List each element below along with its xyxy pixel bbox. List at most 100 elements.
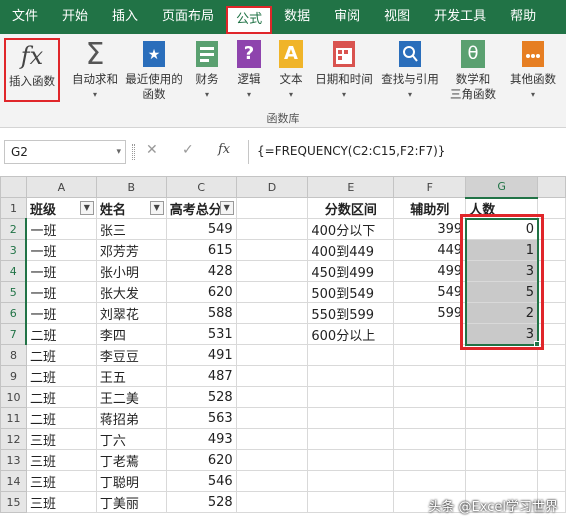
cell-f11[interactable] bbox=[393, 407, 467, 429]
menu-tab-3[interactable]: 页面布局 bbox=[150, 0, 226, 34]
cell-a10[interactable]: 二班 bbox=[25, 386, 97, 408]
cell-b13[interactable]: 丁老蔫 bbox=[95, 449, 167, 471]
cell-d3[interactable] bbox=[235, 239, 309, 261]
row-header[interactable]: 1 bbox=[0, 197, 27, 219]
row-header[interactable]: 11 bbox=[0, 407, 27, 429]
row-header[interactable]: 5 bbox=[0, 281, 28, 303]
cell-a2[interactable]: 一班 bbox=[25, 218, 97, 240]
cell-a5[interactable]: 一班 bbox=[25, 281, 97, 303]
cell-b4[interactable]: 张小明 bbox=[95, 260, 167, 282]
cell-d12[interactable] bbox=[235, 428, 309, 450]
cell-b7[interactable]: 李四 bbox=[95, 323, 167, 345]
cell-c5[interactable]: 620 bbox=[165, 281, 237, 303]
cancel-icon[interactable]: ✕ bbox=[146, 142, 158, 158]
cell-e7[interactable]: 600分以上 bbox=[307, 323, 395, 345]
cell-c2[interactable]: 549 bbox=[165, 218, 237, 240]
filter-dropdown-icon[interactable]: ▼ bbox=[219, 201, 234, 215]
column-header-a[interactable]: A bbox=[25, 176, 97, 198]
cell-f4[interactable]: 499 bbox=[393, 260, 467, 282]
cell[interactable] bbox=[537, 470, 566, 492]
cell-b14[interactable]: 丁聪明 bbox=[95, 470, 167, 492]
column-header-c[interactable]: C bbox=[165, 176, 237, 198]
cell-g10[interactable] bbox=[465, 386, 539, 408]
cell-b2[interactable]: 张三 bbox=[95, 218, 167, 240]
row-header[interactable]: 3 bbox=[0, 239, 28, 261]
cell-e3[interactable]: 400到449 bbox=[307, 239, 395, 261]
menu-tab-6[interactable]: 审阅 bbox=[322, 0, 372, 34]
math-trig-button[interactable]: θ 数学和 三角函数 bbox=[444, 38, 502, 102]
cell-a6[interactable]: 一班 bbox=[25, 302, 97, 324]
row-header[interactable]: 2 bbox=[0, 218, 28, 240]
cell-f12[interactable] bbox=[393, 428, 467, 450]
cell-e10[interactable] bbox=[307, 386, 395, 408]
cell[interactable] bbox=[537, 428, 566, 450]
header-cell-f[interactable]: 辅助列 bbox=[393, 197, 467, 219]
menu-tab-9[interactable]: 帮助 bbox=[498, 0, 548, 34]
menu-tab-1[interactable]: 开始 bbox=[50, 0, 100, 34]
cell-e4[interactable]: 450到499 bbox=[307, 260, 395, 282]
cell-g11[interactable] bbox=[465, 407, 539, 429]
row-header[interactable]: 10 bbox=[0, 386, 27, 408]
cell-e2[interactable]: 400分以下 bbox=[307, 218, 395, 240]
cell-d4[interactable] bbox=[235, 260, 309, 282]
cell-a9[interactable]: 二班 bbox=[25, 365, 97, 387]
cell-d6[interactable] bbox=[235, 302, 309, 324]
cell-f14[interactable] bbox=[393, 470, 467, 492]
column-header-d[interactable]: D bbox=[235, 176, 309, 198]
cell-d5[interactable] bbox=[235, 281, 309, 303]
cell-b6[interactable]: 刘翠花 bbox=[95, 302, 167, 324]
row-header[interactable]: 4 bbox=[0, 260, 28, 282]
cell-b15[interactable]: 丁美丽 bbox=[95, 491, 167, 513]
fill-handle[interactable] bbox=[533, 340, 540, 347]
cell-e8[interactable] bbox=[307, 344, 395, 366]
cell-e5[interactable]: 500到549 bbox=[307, 281, 395, 303]
filter-dropdown-icon[interactable]: ▼ bbox=[149, 201, 164, 215]
cell-g14[interactable] bbox=[465, 470, 539, 492]
formula-input[interactable]: {=FREQUENCY(C2:C15,F2:F7)} bbox=[248, 140, 562, 164]
cell-g13[interactable] bbox=[465, 449, 539, 471]
cell-c8[interactable]: 491 bbox=[165, 344, 237, 366]
cell-f10[interactable] bbox=[393, 386, 467, 408]
cell-g9[interactable] bbox=[465, 365, 539, 387]
cell-a8[interactable]: 二班 bbox=[25, 344, 97, 366]
cell-a7[interactable]: 二班 bbox=[25, 323, 97, 345]
cell-b3[interactable]: 邓芳芳 bbox=[95, 239, 167, 261]
cell-d13[interactable] bbox=[235, 449, 309, 471]
row-header[interactable]: 6 bbox=[0, 302, 28, 324]
header-cell-e[interactable]: 分数区间 bbox=[307, 197, 395, 219]
menu-tab-0[interactable]: 文件 bbox=[0, 0, 50, 34]
cell-c3[interactable]: 615 bbox=[165, 239, 237, 261]
cell-f13[interactable] bbox=[393, 449, 467, 471]
cell-e11[interactable] bbox=[307, 407, 395, 429]
cell-b8[interactable]: 李豆豆 bbox=[95, 344, 167, 366]
cell-f6[interactable]: 599 bbox=[393, 302, 467, 324]
cell-b11[interactable]: 蒋招弟 bbox=[95, 407, 167, 429]
cell-d10[interactable] bbox=[235, 386, 309, 408]
cell-a15[interactable]: 三班 bbox=[25, 491, 97, 513]
more-functions-button[interactable]: 其他函数 ▾ bbox=[504, 38, 562, 102]
cell-c4[interactable]: 428 bbox=[165, 260, 237, 282]
cell-e13[interactable] bbox=[307, 449, 395, 471]
cell-f2[interactable]: 399 bbox=[393, 218, 467, 240]
cell-d8[interactable] bbox=[235, 344, 309, 366]
cell-c12[interactable]: 493 bbox=[165, 428, 237, 450]
header-cell-b[interactable]: 姓名 ▼ bbox=[95, 197, 167, 219]
autosum-button[interactable]: Σ 自动求和 ▾ bbox=[66, 38, 124, 102]
cell-a14[interactable]: 三班 bbox=[25, 470, 97, 492]
cell-d11[interactable] bbox=[235, 407, 309, 429]
header-cell-a[interactable]: 班级 ▼ bbox=[25, 197, 97, 219]
menu-tab-4[interactable]: 公式 bbox=[226, 6, 273, 34]
cell-b9[interactable]: 王五 bbox=[95, 365, 167, 387]
cell-e15[interactable] bbox=[307, 491, 395, 513]
column-header-g[interactable]: G bbox=[465, 176, 539, 199]
row-header[interactable]: 12 bbox=[0, 428, 27, 450]
select-all-corner[interactable] bbox=[0, 176, 27, 198]
cell-c15[interactable]: 528 bbox=[165, 491, 237, 513]
row-header[interactable]: 7 bbox=[0, 323, 28, 345]
cell-f9[interactable] bbox=[393, 365, 467, 387]
row-header[interactable]: 8 bbox=[0, 344, 27, 366]
cell-g12[interactable] bbox=[465, 428, 539, 450]
logic-button[interactable]: ? 逻辑 ▾ bbox=[232, 38, 266, 102]
cell-a12[interactable]: 三班 bbox=[25, 428, 97, 450]
cell-f3[interactable]: 449 bbox=[393, 239, 467, 261]
